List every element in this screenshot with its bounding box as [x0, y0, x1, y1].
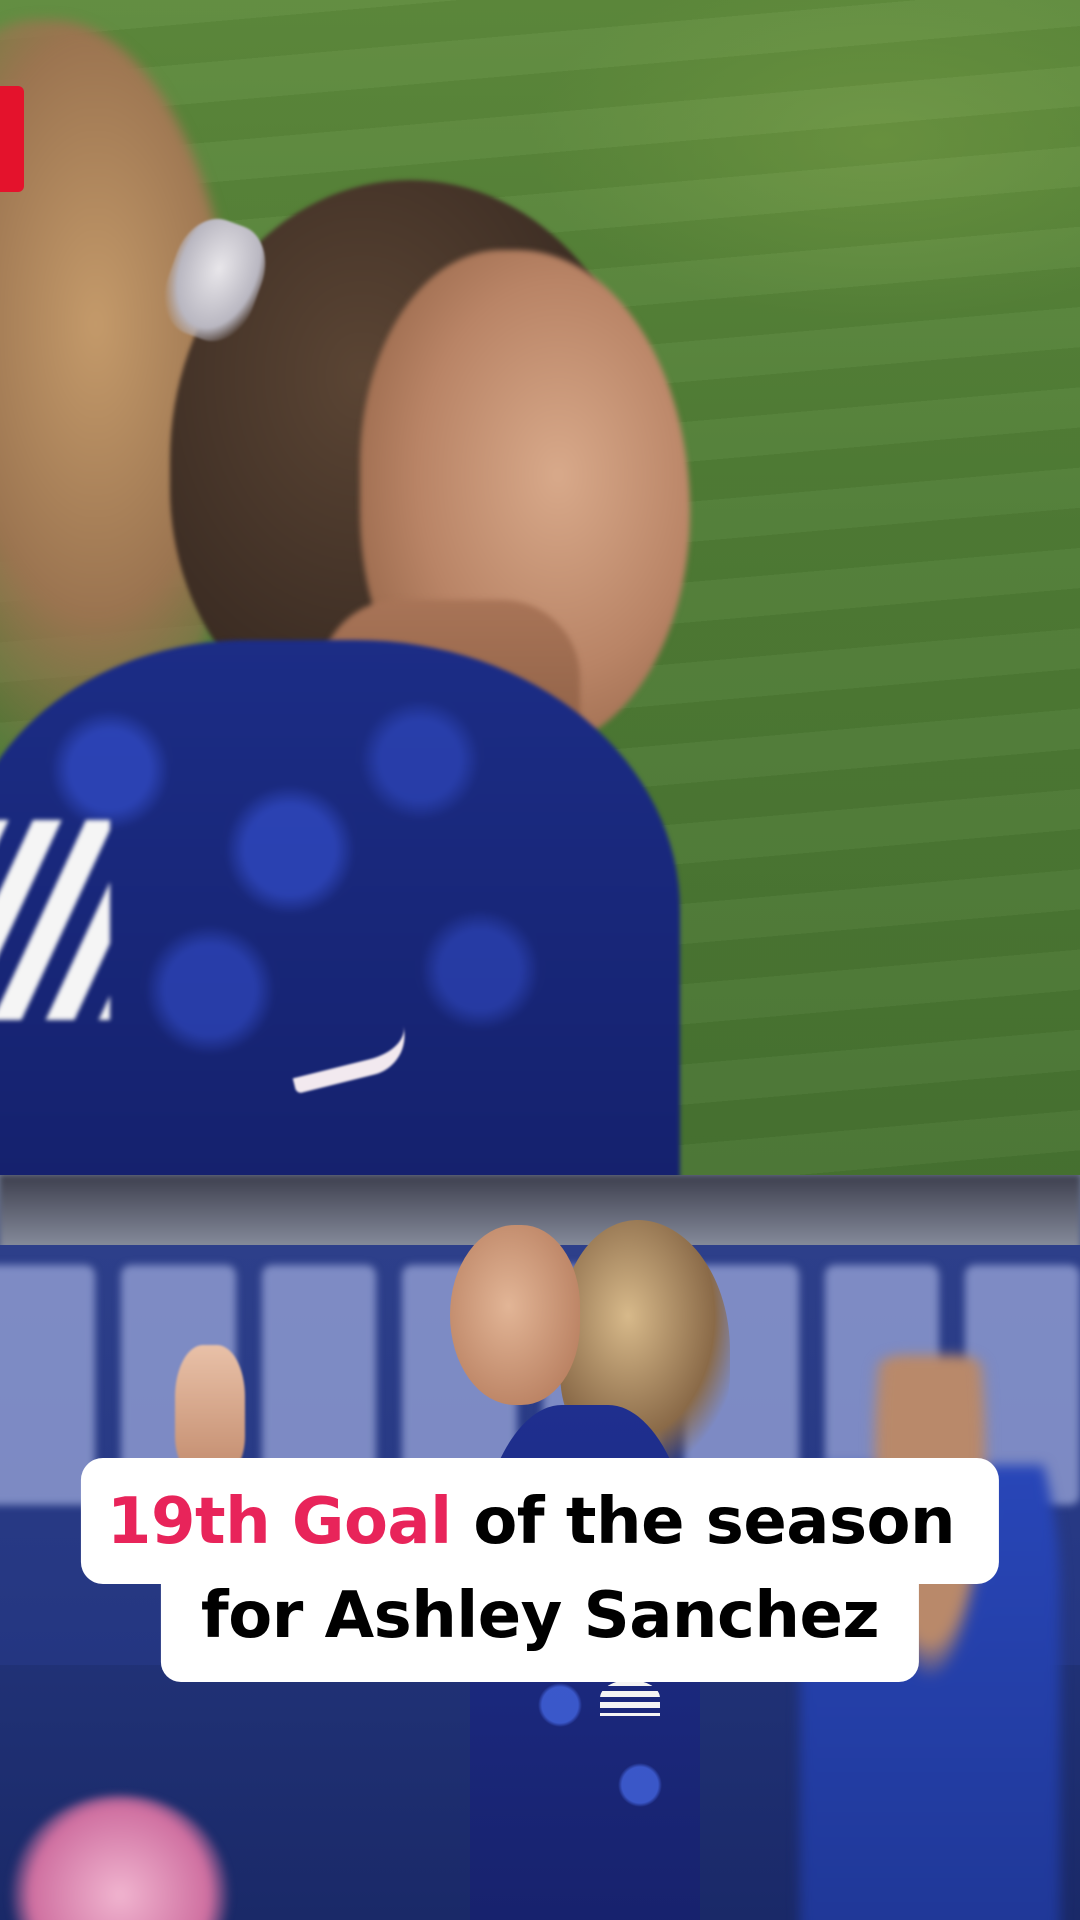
jersey-stripes: [0, 820, 110, 1020]
top-video-frame: [0, 0, 1080, 1175]
sponsor-logo-icon: [600, 1680, 660, 1716]
player-head: [450, 1225, 580, 1405]
raised-hand: [175, 1345, 245, 1475]
club-crest-icon: [10, 1795, 230, 1920]
player-jersey-body: [470, 1405, 700, 1920]
broadcast-badge-icon: [0, 86, 24, 192]
bottom-video-frame: [0, 1175, 1080, 1920]
background-player: [800, 1355, 1060, 1920]
